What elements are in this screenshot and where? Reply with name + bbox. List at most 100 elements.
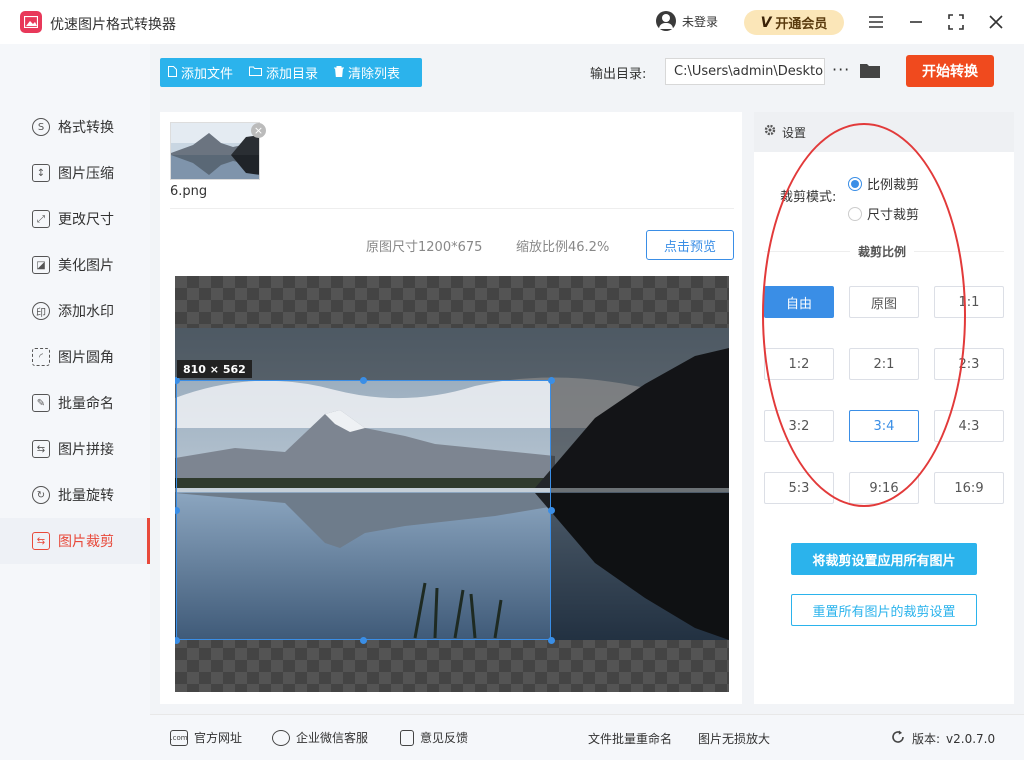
file-name: 6.png (170, 184, 208, 199)
sidebar-item-format-convert[interactable]: S 格式转换 (0, 104, 150, 150)
add-directory-button[interactable]: 添加目录 (241, 58, 326, 87)
ratio-4-3-button[interactable]: 4:3 (934, 410, 1004, 442)
crop-mode-ratio-option[interactable]: 比例裁剪 (848, 174, 919, 193)
sidebar-item-label: 图片拼接 (58, 442, 114, 458)
crop-selection-box[interactable] (176, 380, 551, 640)
ratio-16-9-button[interactable]: 16:9 (934, 472, 1004, 504)
login-status[interactable]: 未登录 (656, 11, 718, 31)
sidebar-item-beautify[interactable]: ◪ 美化图片 (0, 242, 150, 288)
zoom-ratio-text: 缩放比例46.2% (516, 240, 610, 255)
crop-mode-size-label: 尺寸裁剪 (867, 208, 920, 223)
beautify-icon: ◪ (32, 256, 50, 274)
convert-icon: S (32, 118, 50, 136)
footer: .com 官方网址 企业微信客服 意见反馈 文件批量重命名 图片无损放大 版本:… (150, 714, 1024, 760)
reset-crop-all-button[interactable]: 重置所有图片的裁剪设置 (791, 594, 977, 626)
ratio-9-16-button[interactable]: 9:16 (849, 472, 919, 504)
ratio-3-4-button[interactable]: 3:4 (849, 410, 919, 442)
stitch-icon: ⇆ (32, 440, 50, 458)
file-icon (168, 65, 177, 80)
batch-rename-link[interactable]: 文件批量重命名 (588, 730, 672, 747)
clear-list-label: 清除列表 (348, 67, 401, 82)
sidebar-item-batch-rename[interactable]: ✎ 批量命名 (0, 380, 150, 426)
round-corner-icon: ◜ (32, 348, 50, 366)
rotate-icon: ↻ (32, 486, 50, 504)
refresh-icon (890, 729, 906, 748)
crop-canvas[interactable]: 810 × 562 (175, 276, 729, 692)
resize-icon: ⤢ (32, 210, 50, 228)
crop-mode-label: 裁剪模式: (780, 190, 837, 205)
crop-handle-bottom[interactable] (360, 637, 367, 644)
folder-icon[interactable] (860, 62, 880, 78)
sidebar-item-crop[interactable]: ⇆ 图片裁剪 (0, 518, 150, 564)
rename-icon: ✎ (32, 394, 50, 412)
lossless-upscale-link[interactable]: 图片无损放大 (698, 730, 770, 747)
file-toolbar: 添加文件 添加目录 清除列表 (160, 58, 422, 87)
sidebar: S 格式转换 ↕ 图片压缩 ⤢ 更改尺寸 ◪ 美化图片 印 添加水印 ◜ 图片圆… (0, 44, 150, 760)
ratio-5-3-button[interactable]: 5:3 (764, 472, 834, 504)
crop-handle-bottom-right[interactable] (548, 637, 555, 644)
minimize-icon[interactable] (904, 10, 928, 34)
crop-handle-top[interactable] (360, 377, 367, 384)
sidebar-item-label: 图片裁剪 (58, 534, 114, 550)
sidebar-item-round-corner[interactable]: ◜ 图片圆角 (0, 334, 150, 380)
login-text: 未登录 (682, 14, 719, 29)
compress-icon: ↕ (32, 164, 50, 182)
official-site-label: 官方网址 (194, 731, 243, 745)
ratio-original-button[interactable]: 原图 (849, 286, 919, 318)
sidebar-item-label: 批量旋转 (58, 488, 114, 504)
clear-list-button[interactable]: 清除列表 (326, 58, 408, 87)
add-file-label: 添加文件 (181, 67, 234, 82)
crop-mode-ratio-label: 比例裁剪 (867, 178, 920, 193)
settings-title: 设置 (782, 125, 807, 140)
output-dir-field[interactable]: C:\Users\admin\Deskto (665, 58, 825, 85)
fullscreen-icon[interactable] (944, 10, 968, 34)
feedback-link[interactable]: 意见反馈 (400, 729, 468, 746)
sidebar-item-resize[interactable]: ⤢ 更改尺寸 (0, 196, 150, 242)
sidebar-item-label: 图片压缩 (58, 166, 114, 182)
crop-mode-size-option[interactable]: 尺寸裁剪 (848, 204, 919, 223)
file-thumbnail[interactable] (170, 122, 260, 180)
preview-button[interactable]: 点击预览 (646, 230, 734, 260)
app-logo-icon (20, 11, 42, 33)
sidebar-item-label: 图片圆角 (58, 350, 114, 366)
close-icon[interactable] (984, 10, 1008, 34)
crop-handle-right[interactable] (548, 507, 555, 514)
version-number: v2.0.7.0 (946, 731, 996, 746)
ratio-free-button[interactable]: 自由 (764, 286, 834, 318)
start-convert-button[interactable]: 开始转换 (906, 55, 994, 87)
website-icon: .com (170, 729, 188, 746)
user-icon (656, 11, 676, 31)
gear-icon (764, 124, 776, 140)
apply-crop-all-button[interactable]: 将裁剪设置应用所有图片 (791, 543, 977, 575)
crop-handle-top-right[interactable] (548, 377, 555, 384)
vip-icon: V (760, 14, 772, 31)
sidebar-item-stitch[interactable]: ⇆ 图片拼接 (0, 426, 150, 472)
official-site-link[interactable]: .com 官方网址 (170, 729, 242, 746)
sidebar-item-watermark[interactable]: 印 添加水印 (0, 288, 150, 334)
wechat-service-link[interactable]: 企业微信客服 (272, 729, 368, 746)
sidebar-item-compress[interactable]: ↕ 图片压缩 (0, 150, 150, 196)
version-info[interactable]: 版本: v2.0.7.0 (890, 729, 995, 748)
add-file-button[interactable]: 添加文件 (160, 58, 241, 87)
sidebar-item-rotate[interactable]: ↻ 批量旋转 (0, 472, 150, 518)
ratio-2-3-button[interactable]: 2:3 (934, 348, 1004, 380)
remove-file-icon[interactable]: × (251, 123, 266, 138)
ratio-2-1-button[interactable]: 2:1 (849, 348, 919, 380)
ratio-3-2-button[interactable]: 3:2 (764, 410, 834, 442)
more-icon[interactable]: ··· (832, 60, 850, 79)
add-directory-label: 添加目录 (266, 67, 319, 82)
divider (170, 208, 734, 209)
sidebar-item-label: 更改尺寸 (58, 212, 114, 228)
sidebar-item-label: 添加水印 (58, 304, 114, 320)
ratio-1-2-button[interactable]: 1:2 (764, 348, 834, 380)
ratio-1-1-button[interactable]: 1:1 (934, 286, 1004, 318)
app-title: 优速图片格式转换器 (50, 17, 176, 33)
menu-icon[interactable] (864, 10, 888, 34)
chat-icon (272, 729, 290, 746)
watermark-icon: 印 (32, 302, 50, 320)
feedback-label: 意见反馈 (420, 731, 469, 745)
feedback-icon (400, 729, 414, 746)
sidebar-item-label: 批量命名 (58, 396, 114, 412)
vip-button[interactable]: V 开通会员 (744, 10, 844, 35)
crop-icon: ⇆ (32, 532, 50, 550)
